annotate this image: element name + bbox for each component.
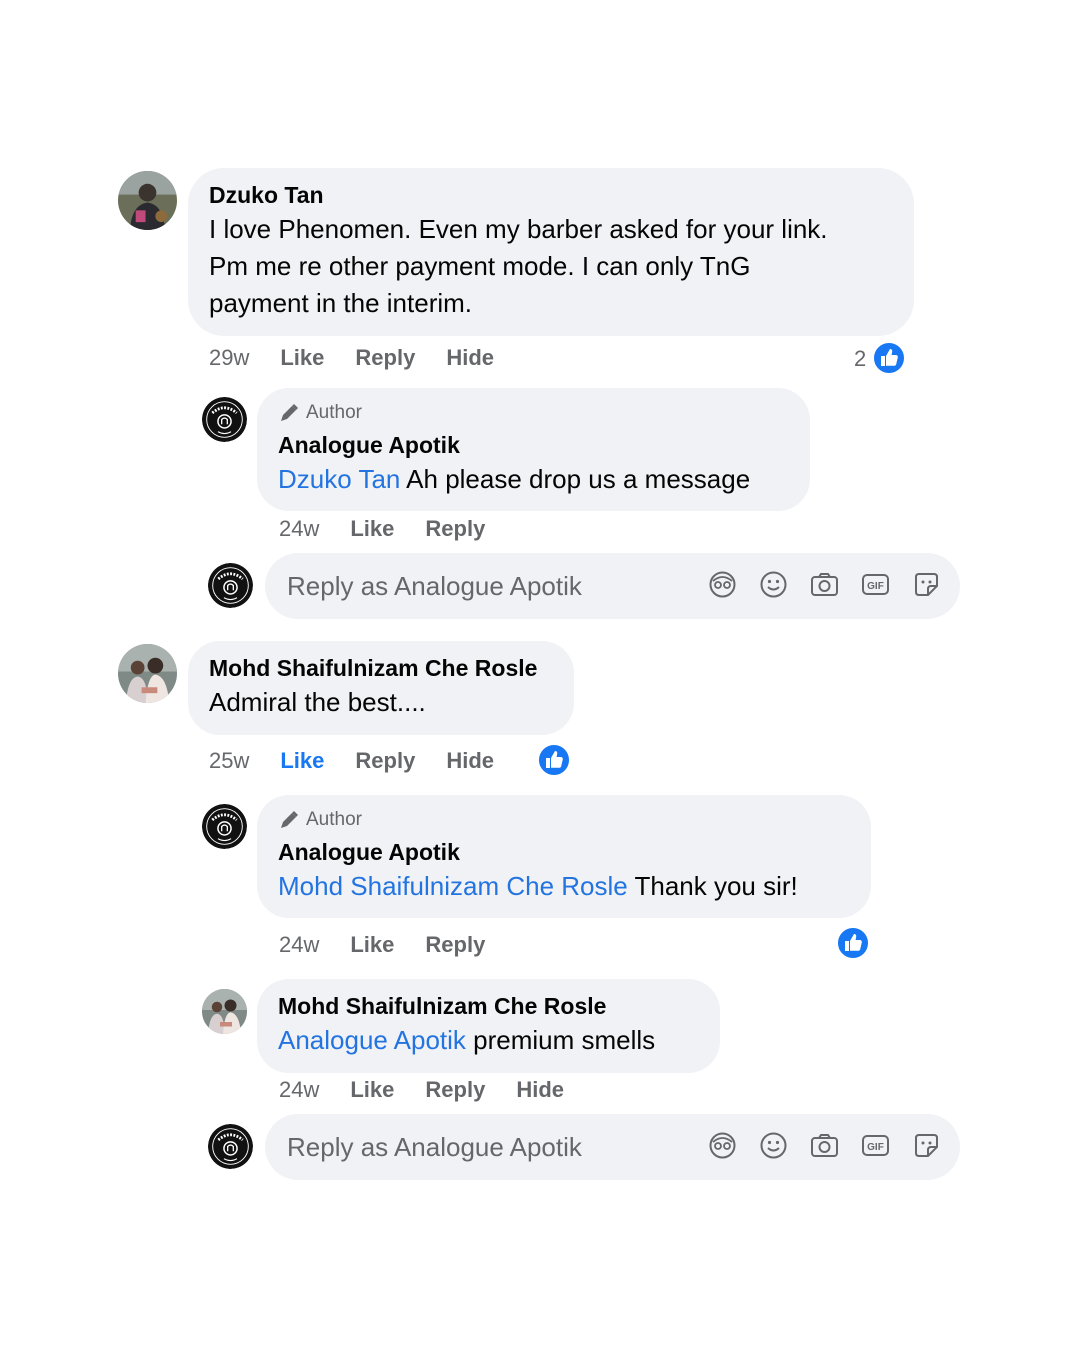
- comment-bubble: Dzuko Tan I love Phenomen. Even my barbe…: [188, 168, 914, 336]
- camera-icon[interactable]: [809, 569, 840, 600]
- pen-icon: [281, 811, 298, 828]
- like-button[interactable]: Like: [350, 1077, 394, 1103]
- reply-timestamp[interactable]: 24w: [279, 516, 319, 542]
- reply-timestamp[interactable]: 24w: [279, 1077, 319, 1103]
- like-reaction-icon[interactable]: [836, 926, 870, 960]
- mention-link[interactable]: Mohd Shaifulnizam Che Rosle: [278, 871, 628, 901]
- reply-actions: 24w Like Reply: [279, 930, 516, 960]
- composer-avatar: [208, 563, 253, 608]
- reply-author[interactable]: Analogue Apotik: [278, 837, 850, 867]
- comment-timestamp[interactable]: 25w: [209, 748, 249, 774]
- svg-text:GIF: GIF: [867, 1142, 884, 1153]
- camera-icon[interactable]: [809, 1130, 840, 1161]
- reply-text: Dzuko Tan Ah please drop us a message: [278, 461, 789, 498]
- composer-tools: GIF: [707, 1130, 942, 1161]
- comment-timestamp[interactable]: 29w: [209, 345, 249, 371]
- reply-actions: 24w Like Reply: [279, 514, 516, 544]
- reply-button[interactable]: Reply: [425, 932, 485, 958]
- svg-text:GIF: GIF: [867, 581, 884, 592]
- reply-composer[interactable]: GIF: [265, 553, 960, 619]
- avatar-sticker-icon[interactable]: [707, 569, 738, 600]
- gif-icon[interactable]: GIF: [860, 569, 891, 600]
- author-badge-label: Author: [306, 809, 362, 830]
- avatar-sticker-icon[interactable]: [707, 1130, 738, 1161]
- comment-author[interactable]: Mohd Shaifulnizam Che Rosle: [209, 653, 553, 683]
- comment-text-line: Pm me re other payment mode. I can only …: [209, 251, 751, 281]
- like-button[interactable]: Like: [350, 932, 394, 958]
- reply-timestamp[interactable]: 24w: [279, 932, 319, 958]
- pen-icon: [281, 404, 298, 421]
- comment-text-line: Admiral the best....: [209, 687, 426, 717]
- sticker-icon[interactable]: [911, 569, 942, 600]
- hide-button[interactable]: Hide: [516, 1077, 564, 1103]
- reply-text-body: premium smells: [465, 1025, 656, 1055]
- reply-text-body: Thank you sir!: [627, 871, 798, 901]
- sticker-icon[interactable]: [911, 1130, 942, 1161]
- like-button[interactable]: Like: [280, 748, 324, 774]
- reply-bubble: Author Analogue Apotik Mohd Shaifulnizam…: [257, 795, 871, 918]
- reaction-count[interactable]: 2: [854, 346, 866, 372]
- commenter-avatar[interactable]: [202, 989, 247, 1034]
- emoji-icon[interactable]: [758, 1130, 789, 1161]
- mention-link[interactable]: Dzuko Tan: [278, 464, 400, 494]
- reply-composer[interactable]: GIF: [265, 1114, 960, 1180]
- reply-text: Analogue Apotik premium smells: [278, 1022, 699, 1059]
- hide-button[interactable]: Hide: [446, 345, 494, 371]
- composer-avatar: [208, 1124, 253, 1169]
- emoji-icon[interactable]: [758, 569, 789, 600]
- composer-tools: GIF: [707, 569, 942, 600]
- comment-text-line: I love Phenomen. Even my barber asked fo…: [209, 214, 828, 244]
- reply-input[interactable]: [287, 1132, 687, 1163]
- page-avatar[interactable]: [202, 804, 247, 849]
- reply-actions: 24w Like Reply Hide: [279, 1075, 595, 1105]
- hide-button[interactable]: Hide: [446, 748, 494, 774]
- page-avatar[interactable]: [202, 397, 247, 442]
- comment-actions: 25w Like Reply Hide: [209, 746, 525, 776]
- reply-button[interactable]: Reply: [425, 516, 485, 542]
- author-badge: Author: [278, 400, 789, 426]
- commenter-avatar[interactable]: [118, 171, 177, 230]
- comment-text-line: payment in the interim.: [209, 288, 473, 318]
- reply-button[interactable]: Reply: [425, 1077, 485, 1103]
- like-reaction-icon[interactable]: [872, 341, 906, 375]
- like-button[interactable]: Like: [280, 345, 324, 371]
- reply-button[interactable]: Reply: [355, 748, 415, 774]
- reply-button[interactable]: Reply: [355, 345, 415, 371]
- reply-bubble: Author Analogue Apotik Dzuko Tan Ah plea…: [257, 388, 810, 511]
- like-button[interactable]: Like: [350, 516, 394, 542]
- mention-link[interactable]: Analogue Apotik: [278, 1025, 466, 1055]
- reply-bubble: Mohd Shaifulnizam Che Rosle Analogue Apo…: [257, 979, 720, 1073]
- like-reaction-icon[interactable]: [537, 743, 571, 777]
- gif-icon[interactable]: GIF: [860, 1130, 891, 1161]
- comment-bubble: Mohd Shaifulnizam Che Rosle Admiral the …: [188, 641, 574, 735]
- commenter-avatar[interactable]: [118, 644, 177, 703]
- reply-text-body: Ah please drop us a message: [400, 464, 751, 494]
- comment-actions: 29w Like Reply Hide: [209, 343, 525, 373]
- reply-text: Mohd Shaifulnizam Che Rosle Thank you si…: [278, 868, 850, 905]
- author-badge-label: Author: [306, 402, 362, 423]
- comment-author[interactable]: Dzuko Tan: [209, 180, 893, 210]
- reply-input[interactable]: [287, 571, 687, 602]
- reply-author[interactable]: Mohd Shaifulnizam Che Rosle: [278, 991, 699, 1021]
- reply-author[interactable]: Analogue Apotik: [278, 430, 789, 460]
- author-badge: Author: [278, 807, 850, 833]
